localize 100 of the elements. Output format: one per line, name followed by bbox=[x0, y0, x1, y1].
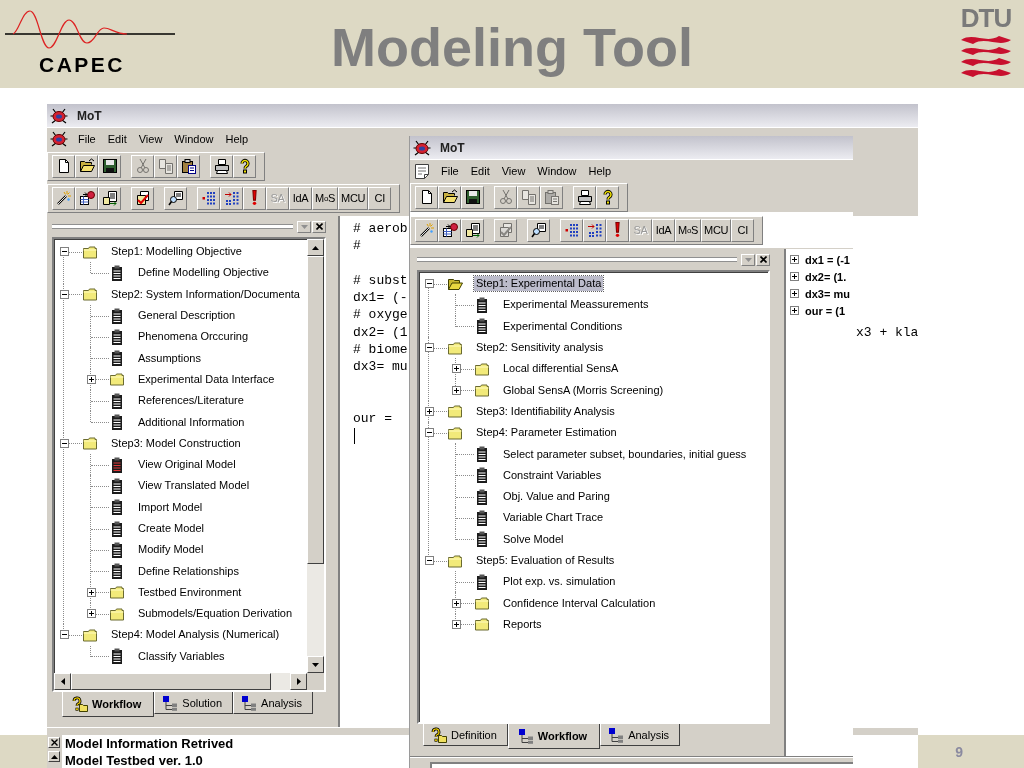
arrow-grid-button[interactable] bbox=[220, 186, 243, 210]
tree-item[interactable]: Step2: System Information/Documenta bbox=[109, 286, 302, 302]
tree-item[interactable]: Step1: Modelling Objective bbox=[109, 244, 244, 260]
tree-item[interactable]: Assumptions bbox=[136, 350, 203, 366]
expand-icon[interactable] bbox=[451, 619, 461, 629]
collapse-icon[interactable] bbox=[59, 630, 69, 640]
tree-item[interactable]: References/Literature bbox=[136, 393, 246, 409]
toolbar-text-button[interactable]: MCU bbox=[701, 218, 732, 242]
collapse-icon[interactable] bbox=[59, 438, 69, 448]
expand-icon[interactable] bbox=[790, 272, 799, 281]
tab[interactable]: Solution bbox=[154, 692, 234, 714]
expand-icon[interactable] bbox=[86, 609, 96, 619]
save-button[interactable] bbox=[98, 154, 121, 178]
new-button[interactable] bbox=[52, 154, 75, 178]
model-button[interactable] bbox=[75, 186, 98, 210]
scroll-left-button[interactable] bbox=[54, 673, 71, 690]
tree-item[interactable]: General Description bbox=[136, 308, 238, 324]
alert-button[interactable] bbox=[606, 218, 629, 242]
tree-item[interactable]: Define Modelling Objective bbox=[136, 265, 271, 281]
wizard-button[interactable] bbox=[415, 218, 438, 242]
expand-icon[interactable] bbox=[790, 289, 799, 298]
menu-item[interactable]: View bbox=[132, 133, 169, 145]
scroll-up-button[interactable] bbox=[48, 751, 60, 762]
expand-icon[interactable] bbox=[790, 255, 799, 264]
collapse-icon[interactable] bbox=[424, 428, 434, 438]
toolbar-text-button[interactable]: CI bbox=[368, 186, 392, 210]
tab[interactable]: Analysis bbox=[233, 692, 314, 714]
tree-item[interactable]: Global SensA (Morris Screening) bbox=[501, 382, 666, 398]
tree-item[interactable]: Create Model bbox=[136, 521, 207, 536]
expand-icon[interactable] bbox=[86, 587, 96, 597]
tree-item[interactable]: Experimental Conditions bbox=[501, 318, 625, 334]
tree-item[interactable]: Constraint Variables bbox=[501, 467, 604, 483]
tree-item[interactable]: Experimental Data Interface bbox=[136, 371, 277, 387]
scroll-thumb[interactable] bbox=[71, 673, 271, 690]
bug-icon[interactable] bbox=[50, 131, 68, 147]
tree-item[interactable]: Step2: Sensitivity analysis bbox=[474, 340, 606, 356]
print-button[interactable] bbox=[210, 154, 233, 178]
tree-item[interactable]: Additional Information bbox=[136, 414, 247, 430]
grid-button[interactable] bbox=[197, 186, 220, 210]
tab[interactable]: Workflow bbox=[507, 724, 601, 749]
expand-icon[interactable] bbox=[451, 385, 461, 395]
grid-button[interactable] bbox=[560, 218, 583, 242]
bug-icon[interactable] bbox=[413, 139, 431, 156]
collapse-icon[interactable] bbox=[424, 556, 434, 565]
alert-button[interactable] bbox=[243, 186, 266, 210]
tree-item[interactable]: Testbed Environment bbox=[136, 584, 244, 600]
panel-menu-button[interactable] bbox=[297, 220, 311, 233]
tree-item[interactable]: Step4: Parameter Estimation bbox=[474, 425, 619, 441]
scroll-thumb[interactable] bbox=[307, 256, 324, 564]
export-button[interactable] bbox=[131, 186, 154, 210]
tree-item[interactable]: Plot exp. vs. simulation bbox=[501, 574, 618, 590]
tab[interactable]: Analysis bbox=[600, 724, 681, 746]
tree-item[interactable]: Reports bbox=[501, 616, 544, 632]
open-button[interactable] bbox=[438, 185, 461, 209]
expand-icon[interactable] bbox=[86, 374, 96, 384]
tree-item[interactable]: Variable Chart Trace bbox=[501, 510, 606, 526]
tree-item[interactable]: Select parameter subset, boundaries, initial guess bbox=[501, 446, 749, 462]
expand-icon[interactable] bbox=[451, 598, 461, 608]
close-button[interactable] bbox=[756, 253, 770, 266]
tree-item[interactable]: Modify Model bbox=[136, 542, 206, 558]
toolbar-text-button[interactable]: IdA bbox=[652, 218, 675, 242]
toolbar-text-button[interactable]: IdA bbox=[289, 186, 312, 210]
tab[interactable]: Workflow bbox=[62, 692, 155, 717]
close-button[interactable] bbox=[312, 220, 326, 233]
tree-item[interactable]: Obj. Value and Paring bbox=[501, 489, 612, 505]
tree-item[interactable]: Phenomena Orccuring bbox=[136, 329, 251, 345]
tree-item[interactable]: View Translated Model bbox=[136, 478, 252, 494]
collapse-icon[interactable] bbox=[424, 279, 434, 289]
collapse-icon[interactable] bbox=[59, 289, 69, 299]
tree-item[interactable]: View Original Model bbox=[136, 457, 238, 473]
horizontal-scrollbar[interactable] bbox=[54, 673, 307, 690]
tree-item[interactable]: our = (1 bbox=[805, 304, 846, 317]
tree-item[interactable]: Step1: Experimental Data bbox=[474, 276, 604, 292]
menu-item[interactable]: File bbox=[435, 165, 465, 177]
tree-item[interactable]: Step4: Model Analysis (Numerical) bbox=[109, 627, 282, 643]
menu-item[interactable]: Edit bbox=[101, 133, 133, 145]
tree-item[interactable]: Classify Variables bbox=[136, 648, 227, 664]
expand-icon[interactable] bbox=[451, 364, 461, 374]
tree-item[interactable]: Step3: Model Construction bbox=[109, 435, 243, 451]
scroll-right-button[interactable] bbox=[290, 673, 307, 690]
toolbar-text-button[interactable]: CI bbox=[731, 218, 755, 242]
wizard-button[interactable] bbox=[52, 186, 75, 210]
tree-item[interactable]: dx2= (1. bbox=[805, 270, 847, 283]
menu-item[interactable]: File bbox=[72, 133, 102, 145]
tree-item[interactable]: dx3= mu bbox=[805, 287, 850, 300]
close-button[interactable] bbox=[48, 737, 60, 748]
find-button[interactable] bbox=[164, 186, 187, 210]
new-button[interactable] bbox=[415, 185, 438, 209]
open-button[interactable] bbox=[75, 154, 98, 178]
collapse-icon[interactable] bbox=[424, 343, 434, 353]
save-button[interactable] bbox=[461, 185, 484, 209]
grip-handle[interactable] bbox=[417, 257, 737, 262]
collapse-icon[interactable] bbox=[59, 247, 69, 257]
help-button[interactable] bbox=[233, 154, 256, 178]
model-button[interactable] bbox=[438, 218, 461, 242]
help-button[interactable] bbox=[596, 185, 619, 209]
scroll-up-button[interactable] bbox=[307, 239, 324, 256]
tree-item[interactable]: Confidence Interval Calculation bbox=[501, 595, 658, 611]
tree-item[interactable]: Submodels/Equation Derivation bbox=[136, 606, 295, 622]
menu-item[interactable]: View bbox=[495, 165, 532, 177]
